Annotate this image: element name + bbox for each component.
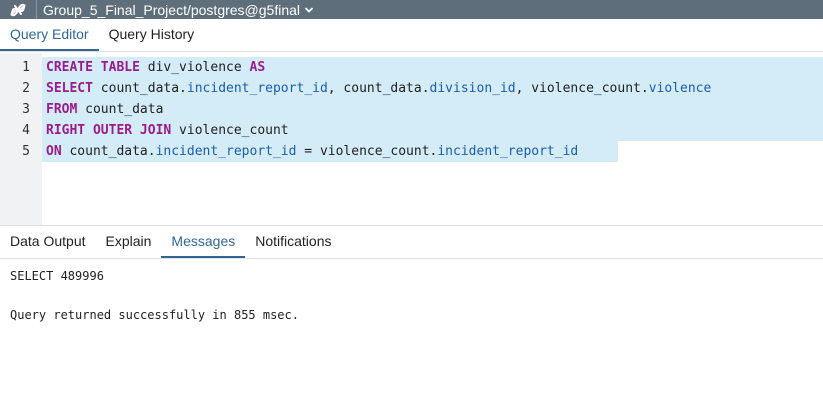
editor-tabs: Query Editor Query History — [0, 19, 823, 52]
sql-keyword: SELECT — [46, 81, 93, 96]
sql-column: division_id — [429, 81, 516, 96]
query-result-message: SELECT 489996 — [10, 269, 104, 283]
code-line[interactable]: RIGHT OUTER JOIN violence_count — [46, 120, 289, 141]
output-tabs: Data Output Explain Messages Notificatio… — [0, 226, 823, 259]
code-line[interactable]: CREATE TABLE div_violence AS — [46, 57, 265, 78]
tab-notifications[interactable]: Notifications — [245, 226, 341, 258]
tab-query-editor[interactable]: Query Editor — [0, 19, 99, 51]
tab-query-history[interactable]: Query History — [99, 19, 205, 51]
line-number: 1 — [22, 60, 30, 75]
code-line[interactable]: SELECT count_data.incident_report_id, co… — [46, 78, 711, 99]
code-line[interactable]: ON count_data.incident_report_id = viole… — [46, 141, 578, 162]
sql-keyword: AS — [249, 60, 266, 75]
line-number: 5 — [22, 144, 30, 159]
chevron-down-icon — [304, 6, 314, 13]
sql-keyword: RIGHT OUTER JOIN — [46, 123, 172, 138]
line-number: 3 — [22, 102, 30, 117]
sql-text: , count_data. — [327, 81, 430, 96]
sql-keyword: CREATE TABLE — [46, 60, 140, 75]
line-number-gutter: 1 2 3 4 5 — [0, 53, 42, 225]
sql-text: = violence_count. — [296, 144, 438, 159]
sql-text: violence_count — [171, 123, 289, 138]
line-number: 2 — [22, 81, 30, 96]
tab-messages[interactable]: Messages — [161, 226, 246, 258]
line-number: 4 — [22, 123, 30, 138]
connection-title: Group_5_Final_Project/postgres@g5final — [43, 1, 301, 18]
sql-column: incident_report_id — [186, 81, 328, 96]
sql-keyword: FROM — [46, 102, 78, 117]
messages-panel: SELECT 489996 Query returned successfull… — [10, 266, 299, 325]
sql-text: count_data. — [92, 81, 187, 96]
connection-selector[interactable]: Group_5_Final_Project/postgres@g5final — [37, 2, 314, 18]
tab-explain[interactable]: Explain — [96, 226, 162, 258]
query-tool-titlebar: Group_5_Final_Project/postgres@g5final — [0, 0, 823, 19]
sql-text: count_data — [77, 102, 164, 117]
sql-keyword: ON — [46, 144, 62, 159]
tab-data-output[interactable]: Data Output — [0, 226, 96, 258]
code-line[interactable]: FROM count_data — [46, 99, 163, 120]
sql-text: div_violence — [139, 60, 250, 75]
sql-column: incident_report_id — [437, 144, 579, 159]
sql-text: count_data. — [61, 144, 156, 159]
query-status-message: Query returned successfully in 855 msec. — [10, 308, 299, 322]
sql-column: violence — [648, 81, 712, 96]
connection-icon[interactable] — [0, 0, 36, 19]
sql-column: incident_report_id — [155, 144, 297, 159]
sql-text: , violence_count. — [515, 81, 649, 96]
sql-editor[interactable]: 1 2 3 4 5 CREATE TABLE div_violence AS S… — [0, 53, 823, 225]
